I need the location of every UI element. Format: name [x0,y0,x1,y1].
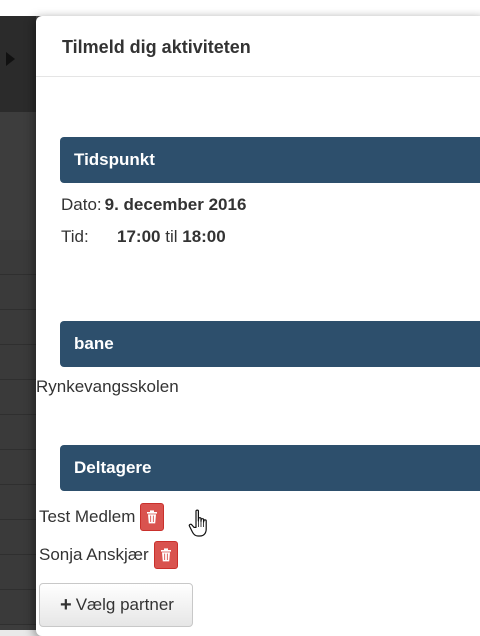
background-arrow-icon [6,52,15,66]
hand-cursor-icon [188,509,207,537]
time-label: Tid: [61,227,89,246]
section-heading-time: Tidspunkt [60,137,480,183]
trash-icon [160,548,171,562]
remove-participant-button[interactable] [153,541,178,569]
participant-name: Sonja Anskjær [39,545,149,564]
venue-value: Rynkevangsskolen [36,377,179,396]
choose-partner-label: Vælg partner [75,595,174,614]
time-separator: til [165,227,178,246]
trash-icon [147,510,158,524]
signup-modal: Tilmeld dig aktiviteten Tidspunkt Dato: 9… [36,16,480,636]
background-top-strip [0,0,480,16]
modal-header: Tilmeld dig aktiviteten [36,16,480,77]
time-row: Tid: 17:00 til 18:00 [37,227,480,247]
remove-participant-button[interactable] [140,503,165,531]
date-label: Dato: [61,195,102,214]
date-row: Dato: 9. december 2016 [37,195,480,215]
time-start: 17:00 [117,227,161,246]
plus-icon: + [60,594,72,616]
participant-row: Test Medlem [39,503,480,537]
background-rows [0,240,36,625]
modal-body: Tidspunkt Dato: 9. december 2016 Tid: 17:0… [36,77,480,627]
participant-row: Sonja Anskjær [39,541,480,569]
time-end: 18:00 [182,227,226,246]
section-heading-venue: bane [60,321,480,367]
section-heading-participants: Deltagere [60,445,480,491]
participant-name: Test Medlem [39,507,136,526]
date-value: 9. december 2016 [104,195,247,214]
modal-title: Tilmeld dig aktiviteten [62,36,251,57]
choose-partner-button[interactable]: + Vælg partner [39,583,193,627]
